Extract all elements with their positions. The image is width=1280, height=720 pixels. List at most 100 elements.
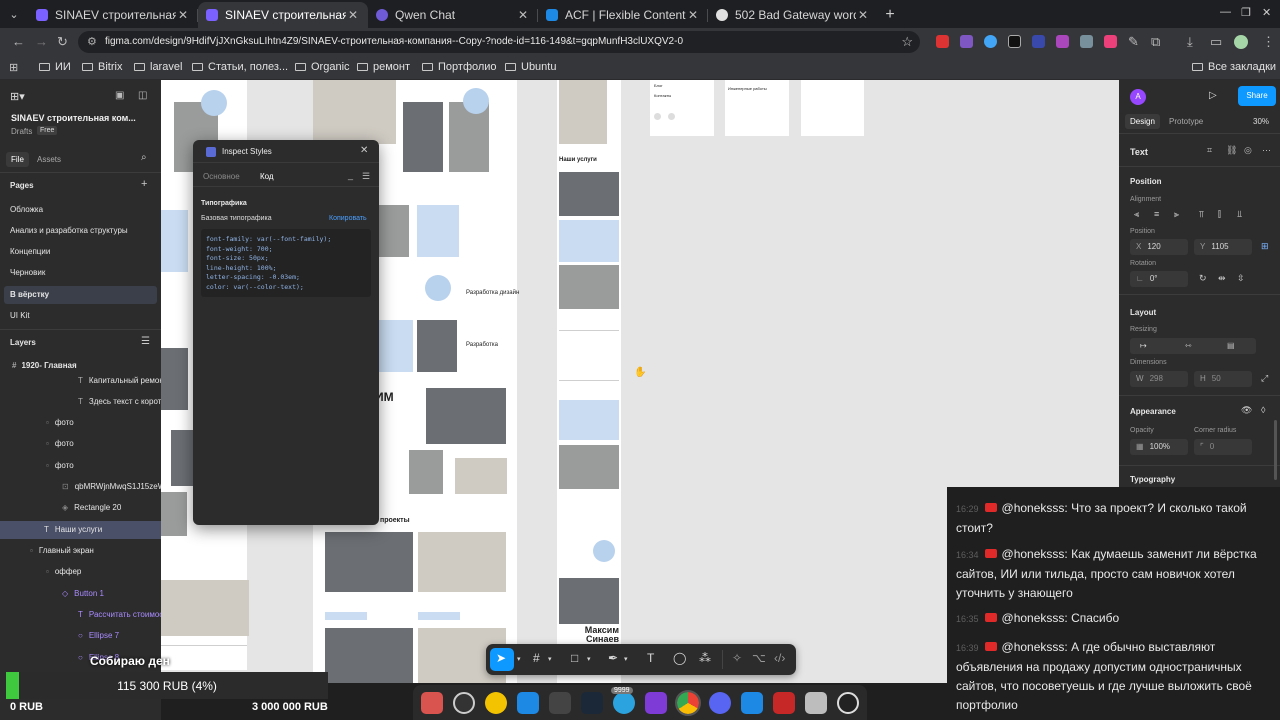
code-block[interactable]: font-family: var(--font-family); font-we… [201, 229, 371, 297]
site-info-icon[interactable]: ⚙ [87, 35, 97, 48]
fixed-height-icon[interactable]: ▤ [1227, 338, 1235, 354]
app-icon[interactable] [485, 692, 507, 714]
resize-to-fit-icon[interactable]: ⤢ [1261, 373, 1268, 384]
dev-mode-icon[interactable]: ⌥ [752, 651, 766, 665]
layer-group[interactable]: ▫ фото [0, 414, 161, 432]
chevron-down-icon[interactable]: ▾ [548, 655, 552, 663]
text-tool-icon[interactable]: T [647, 651, 654, 665]
style-icon[interactable]: ◎ [1244, 145, 1252, 156]
close-dialog-icon[interactable]: ✕ [360, 145, 368, 156]
extension-icon[interactable] [984, 35, 997, 48]
share-button[interactable]: Share [1238, 86, 1276, 106]
rotate-icon[interactable]: ↻ [1199, 273, 1207, 284]
layer-component[interactable]: ◇ Button 1 [0, 585, 161, 603]
extensions-puzzle-icon[interactable]: ⧉ [1151, 34, 1160, 50]
height-field[interactable]: H 50 [1194, 371, 1252, 387]
copy-button[interactable]: Копировать [329, 215, 367, 222]
user-avatar[interactable]: A [1130, 89, 1146, 105]
bookmark-folder[interactable]: Bitrix [82, 61, 122, 73]
frame-tool-icon[interactable]: # [533, 651, 540, 665]
blend-mode-icon[interactable]: ◊ [1261, 405, 1265, 415]
browser-tab[interactable]: ACF | Flexible Content ✕ [538, 2, 708, 28]
align-right-icon[interactable]: ⫸ [1174, 209, 1179, 220]
chevron-down-icon[interactable]: ▾ [587, 655, 591, 663]
all-bookmarks[interactable]: Все закладки [1192, 61, 1276, 73]
layout-icon[interactable]: ◫ [138, 90, 147, 101]
constraints-icon[interactable]: ⊞ [1261, 241, 1269, 252]
align-left-icon[interactable]: ⫷ [1134, 209, 1139, 220]
tab-file[interactable]: File [6, 152, 29, 167]
menu-icon[interactable]: ☰ [362, 171, 370, 182]
width-field[interactable]: W 298 [1130, 371, 1188, 387]
zoom-level[interactable]: 30% [1253, 117, 1269, 126]
align-top-icon[interactable]: ⫪ [1199, 209, 1204, 220]
telegram-icon[interactable] [613, 692, 635, 714]
layer-rectangle[interactable]: ◈ Rectangle 20 [0, 499, 161, 517]
close-tab-icon[interactable]: ✕ [856, 8, 870, 22]
flip-vertical-icon[interactable]: ⇳ [1237, 273, 1245, 284]
hug-width-icon[interactable]: ⇿ [1185, 338, 1192, 354]
bookmark-folder[interactable]: Organic [295, 61, 350, 73]
shield-extension-icon[interactable] [1080, 35, 1093, 48]
tab-search-icon[interactable]: ⌄ [0, 0, 28, 28]
mobile-frame[interactable]: Наши услуги Максим Синаев [557, 80, 621, 683]
address-bar[interactable]: ⚙ figma.com/design/9HdifVjJXnGksuLIhtn4Z… [78, 31, 920, 53]
layer-text[interactable]: T Капитальный ремонт [0, 372, 161, 390]
add-page-icon[interactable]: + [141, 178, 147, 190]
comment-tool-icon[interactable]: ◯ [673, 651, 686, 665]
component-set-icon[interactable]: ⌗ [1207, 145, 1212, 156]
eyedropper-icon[interactable]: ✎ [1128, 34, 1139, 50]
close-window-icon[interactable]: ✕ [1262, 6, 1271, 19]
terminal-icon[interactable] [549, 692, 571, 714]
visibility-eye-icon[interactable]: 👁 [1241, 405, 1252, 416]
profile-avatar[interactable] [1234, 35, 1248, 49]
page-item[interactable]: Черновик [0, 264, 161, 282]
show-apps-icon[interactable] [837, 692, 859, 714]
collapse-layers-icon[interactable]: ☰ [141, 336, 150, 347]
layer-group[interactable]: ▫ Главный экран [0, 542, 161, 560]
tab-prototype[interactable]: Prototype [1169, 117, 1203, 126]
new-tab-icon[interactable]: + [878, 2, 902, 28]
apps-grid-icon[interactable]: ⊞ [9, 61, 18, 74]
minimize-icon[interactable]: — [1220, 6, 1231, 18]
sidebar-toggle-icon[interactable]: ▣ [115, 90, 124, 101]
browser-tab[interactable]: Qwen Chat ✕ [368, 2, 538, 28]
flip-horizontal-icon[interactable]: ⇹ [1218, 273, 1226, 284]
browser-tab[interactable]: 502 Bad Gateway wordp ✕ [708, 2, 878, 28]
maximize-icon[interactable]: ❐ [1241, 6, 1251, 19]
page-item[interactable]: Концепции [0, 243, 161, 261]
chevron-down-icon[interactable]: ▾ [517, 655, 521, 663]
tab-design[interactable]: Design [1125, 114, 1160, 129]
pen-tool-icon[interactable]: ✒ [608, 651, 618, 665]
tab-group-icon[interactable]: ▭ [1210, 34, 1222, 50]
back-icon[interactable]: ← [12, 34, 25, 49]
opacity-field[interactable]: ▦ 100% [1130, 439, 1188, 455]
page-item-active[interactable]: В вёрстку [4, 286, 157, 304]
page-item[interactable]: UI Kit [0, 307, 161, 325]
reload-icon[interactable]: ↻ [57, 34, 68, 50]
layer-ellipse[interactable]: ○ Ellipse 7 [0, 627, 161, 645]
page-item[interactable]: Анализ и разработка структуры [0, 222, 161, 240]
shape-tool-icon[interactable]: □ [571, 651, 578, 665]
close-tab-icon[interactable]: ✕ [686, 8, 700, 22]
obsidian-icon[interactable] [645, 692, 667, 714]
layer-group[interactable]: ▫ фото [0, 457, 161, 475]
panel-scrollbar[interactable] [1274, 420, 1277, 480]
actions-tool-icon[interactable]: ⁂ [699, 651, 711, 665]
adblock-extension-icon[interactable] [936, 35, 949, 48]
layer-text[interactable]: TРассчитать стоимость [0, 606, 161, 624]
file-name[interactable]: SINAEV строительная ком... [11, 113, 136, 123]
steam-icon[interactable] [581, 692, 603, 714]
align-middle-icon[interactable]: ⫿ [1218, 209, 1221, 220]
trash-icon[interactable] [805, 692, 827, 714]
drafts-label[interactable]: Drafts [11, 127, 32, 136]
design-frame[interactable] [801, 80, 864, 136]
corner-radius-field[interactable]: ⌜ 0 [1194, 439, 1252, 455]
minimize-icon[interactable]: _ [348, 170, 353, 180]
bookmark-folder[interactable]: Статьи, полез... [192, 61, 288, 73]
tab-basic[interactable]: Основное [203, 172, 240, 181]
link-icon[interactable]: ⛓ [1226, 145, 1237, 156]
layer-image[interactable]: ⊡ qbMRWjnMwqS1J15zeW [0, 478, 161, 496]
filezilla-icon[interactable] [773, 692, 795, 714]
resizing-control[interactable]: ↦ ⇿ ▤ [1130, 338, 1256, 354]
